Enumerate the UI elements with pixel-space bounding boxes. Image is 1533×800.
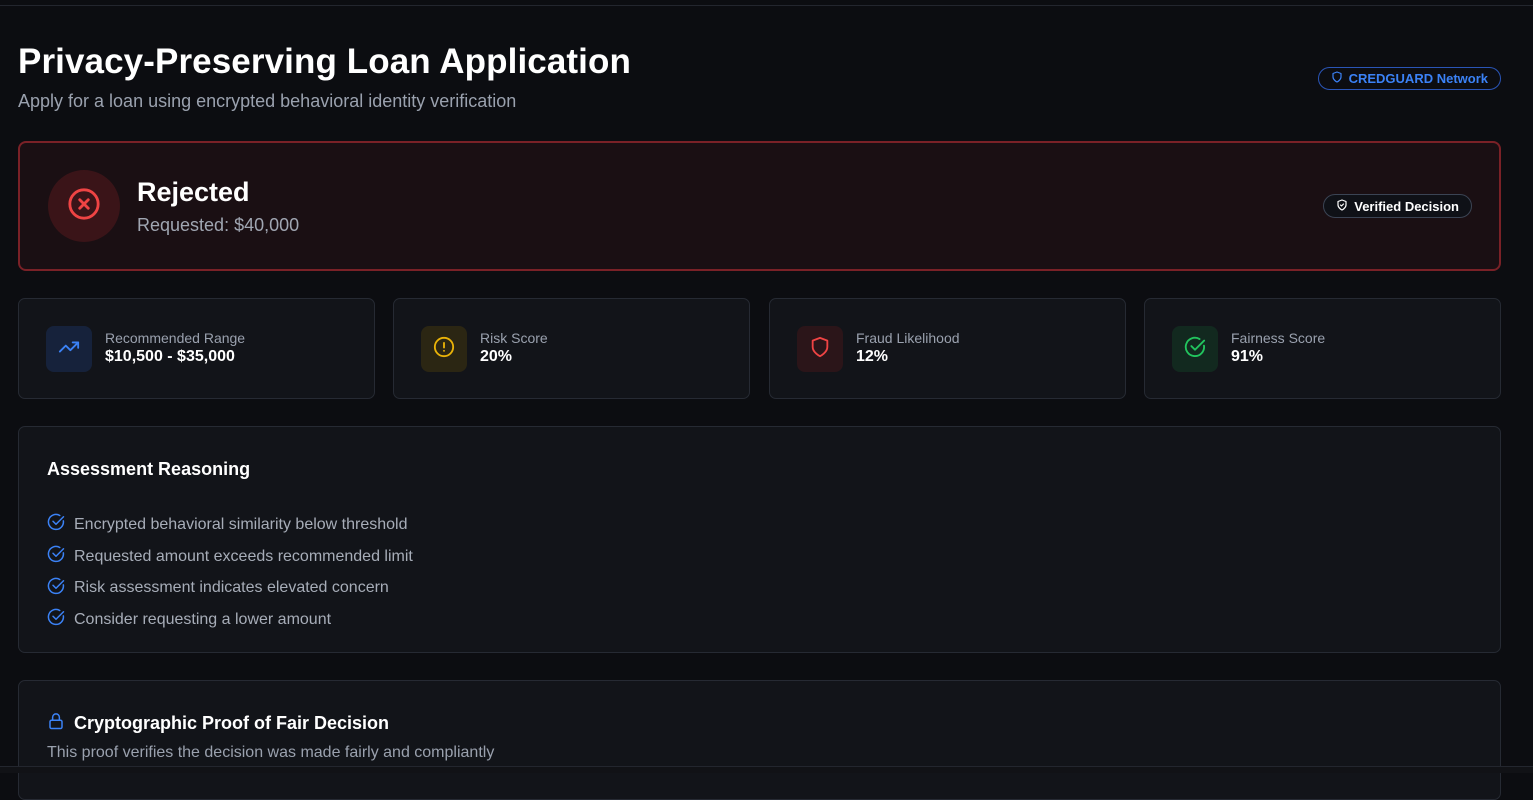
metric-icon-wrap [1172,326,1218,372]
metric-icon-wrap [797,326,843,372]
metric-label: Recommended Range [105,330,246,346]
network-badge-label: CREDGUARD Network [1348,71,1488,86]
metric-value: 20% [480,348,513,365]
metric-value: 12% [856,348,889,365]
metric-icon-wrap [421,326,467,372]
verified-decision-badge: Verified Decision [1323,194,1472,218]
metric-label: Risk Score [480,330,548,346]
check-circle-icon [1184,336,1206,363]
cryptographic-proof-card: Cryptographic Proof of Fair Decision Thi… [18,680,1501,800]
metric-card-recommended-range: Recommended Range $10,500 - $35,000 [18,298,375,399]
alert-circle-icon [433,336,455,363]
lock-icon [47,712,65,735]
decision-status-icon-wrap [48,170,120,242]
metric-icon-wrap [46,326,92,372]
metric-card-risk-score: Risk Score 20% [393,298,750,399]
reasoning-text: Encrypted behavioral similarity below th… [74,515,408,533]
horizontal-scrollbar[interactable] [0,766,1533,773]
proof-subtitle: This proof verifies the decision was mad… [47,744,495,761]
list-item: Requested amount exceeds recommended lim… [47,541,413,573]
decision-card: Rejected Requested: $40,000 Verified Dec… [18,141,1501,271]
metric-value: $10,500 - $35,000 [105,348,235,365]
loan-application-page: Privacy-Preserving Loan Application Appl… [18,0,1501,800]
decision-status: Rejected [137,177,250,207]
reasoning-list: Encrypted behavioral similarity below th… [47,509,413,636]
check-circle-icon [47,513,74,536]
shield-icon [1331,71,1343,86]
reasoning-title: Assessment Reasoning [47,459,251,479]
x-circle-icon [67,187,101,226]
check-circle-icon [47,608,74,631]
metric-card-fraud-likelihood: Fraud Likelihood 12% [769,298,1126,399]
page-subtitle: Apply for a loan using encrypted behavio… [18,91,517,111]
page-title: Privacy-Preserving Loan Application [18,42,631,81]
proof-title-text: Cryptographic Proof of Fair Decision [74,713,390,733]
check-circle-icon [47,577,74,600]
decision-requested-amount: Requested: $40,000 [137,215,300,235]
list-item: Encrypted behavioral similarity below th… [47,509,413,541]
metric-card-fairness-score: Fairness Score 91% [1144,298,1501,399]
trending-up-icon [58,336,80,363]
verified-badge-label: Verified Decision [1354,198,1459,214]
metric-value: 91% [1231,348,1264,365]
reasoning-text: Requested amount exceeds recommended lim… [74,547,413,565]
reasoning-text: Risk assessment indicates elevated conce… [74,579,389,597]
shield-check-icon [1336,198,1348,214]
list-item: Consider requesting a lower amount [47,604,413,636]
reasoning-text: Consider requesting a lower amount [74,610,332,628]
network-badge: CREDGUARD Network [1317,67,1501,90]
list-item: Risk assessment indicates elevated conce… [47,572,413,604]
assessment-reasoning-card: Assessment Reasoning Encrypted behaviora… [18,426,1501,653]
metric-label: Fraud Likelihood [856,330,960,346]
metric-label: Fairness Score [1231,330,1326,346]
check-circle-icon [47,545,74,568]
shield-icon [809,336,831,363]
proof-title: Cryptographic Proof of Fair Decision [47,712,389,735]
